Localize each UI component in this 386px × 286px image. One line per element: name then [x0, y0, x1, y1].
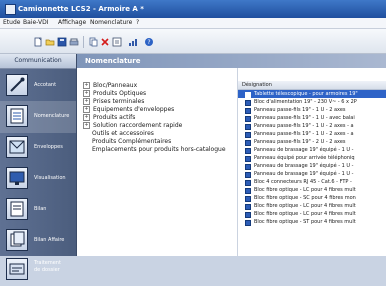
menu-bar: Etude Baie-VDI Affichage Nomenclature ?: [0, 18, 386, 29]
save-icon[interactable]: [57, 37, 67, 47]
panel-title: Nomenclature: [85, 57, 141, 65]
product-icon: [245, 220, 251, 226]
tree-node[interactable]: + Bloc/Panneaux: [83, 82, 137, 89]
new-icon[interactable]: [33, 37, 43, 47]
nav-bilan-affaire-label: Bilan Affaire: [34, 237, 65, 243]
print-icon[interactable]: [69, 37, 79, 47]
title-bar: Camionnette LCS2 - Armoire A *: [0, 0, 386, 18]
nav-bilan-label: Bilan: [34, 206, 47, 212]
menu-help[interactable]: ?: [136, 19, 139, 26]
tree-node[interactable]: Produits Complémentaires: [83, 138, 171, 145]
list-item[interactable]: Bloc 4 connecteurs RJ 45 - Cat.6 - FTP -: [238, 178, 386, 186]
nav-bilan[interactable]: Bilan: [0, 194, 76, 226]
chart-icon[interactable]: [128, 37, 138, 47]
list-item[interactable]: Bloc fibre optique - LC pour 4 fibres mu…: [238, 202, 386, 210]
nav-traitement-label2: de dossier: [34, 267, 60, 273]
tree-node[interactable]: Emplacements pour produits hors-catalogu…: [83, 146, 226, 153]
tree-node[interactable]: + Prises terminales: [83, 98, 144, 105]
menu-affichage[interactable]: Affichage: [58, 19, 86, 26]
list-item[interactable]: Panneau passe-fils 19" - 2 U - 2 axes: [238, 138, 386, 146]
open-icon[interactable]: [45, 37, 55, 47]
nav-accotant-label: Accotant: [34, 82, 57, 88]
list-item[interactable]: Panneau passe-fils 19" - 1 U - 2 axes - …: [238, 130, 386, 138]
window-title: Camionnette LCS2 - Armoire A *: [18, 5, 144, 13]
bilan-affaire-icon: [6, 229, 28, 251]
tree-node[interactable]: + Produits Optiques: [83, 90, 146, 97]
nav-nomenclature-label: Nomenclature: [34, 113, 70, 119]
toolbar: ?: [0, 29, 386, 54]
list-item[interactable]: Bloc d'alimentation 19" - 230 V~ - 6 x 2…: [238, 98, 386, 106]
tree-node[interactable]: + Produits actifs: [83, 114, 135, 121]
main-panel: Nomenclature + Bloc/Panneaux + Produits Op…: [77, 54, 386, 256]
traitement-icon: [6, 258, 28, 280]
expand-icon[interactable]: +: [83, 114, 90, 121]
tree-node[interactable]: + Solution raccordement rapide: [83, 122, 182, 129]
communication-tab[interactable]: Communication: [0, 54, 76, 69]
copy-icon[interactable]: [88, 37, 98, 47]
nav-traitement[interactable]: Traitement de dossier: [0, 254, 76, 286]
list-item[interactable]: Panneau équipé pour arrivée téléphoniq: [238, 154, 386, 162]
list-item[interactable]: Bloc fibre optique - LC pour 4 fibres mu…: [238, 210, 386, 218]
tree-node[interactable]: Outils et accessoires: [83, 130, 154, 137]
column-header-designation[interactable]: Désignation: [238, 81, 386, 90]
product-list: Désignation Tablette télescopique - pour…: [238, 68, 386, 256]
accotant-icon: [6, 74, 28, 96]
nav-bilan-affaire[interactable]: Bilan Affaire: [0, 225, 76, 257]
nav-visualisation[interactable]: Visualisation: [0, 163, 76, 195]
list-item[interactable]: Panneau passe-fils 19" - 1 U - 2 axes: [238, 106, 386, 114]
list-item[interactable]: Bloc fibre optique - SC pour 4 fibres mo…: [238, 194, 386, 202]
list-item[interactable]: Panneau passe-fils 19" - 1 U - avec bala…: [238, 114, 386, 122]
nav-accotant[interactable]: Accotant: [0, 70, 76, 102]
expand-icon[interactable]: +: [83, 98, 90, 105]
nav-nomenclature[interactable]: Nomenclature: [0, 101, 76, 133]
nav-enveloppes[interactable]: Enveloppes: [0, 132, 76, 164]
list-item[interactable]: Bloc fibre optique - LC pour 4 fibres mu…: [238, 186, 386, 194]
panel-header: Nomenclature: [77, 54, 386, 68]
help-icon[interactable]: ?: [144, 37, 154, 47]
nomenclature-icon: [6, 105, 28, 127]
properties-icon[interactable]: [112, 37, 122, 47]
nav-traitement-label: Traitement: [34, 260, 61, 266]
visualisation-icon: [6, 167, 28, 189]
list-item[interactable]: Panneau passe-fils 19" - 1 U - 2 axes - …: [238, 122, 386, 130]
app-icon: [5, 4, 16, 15]
menu-nomenclature[interactable]: Nomenclature: [90, 19, 132, 26]
nav-enveloppes-label: Enveloppes: [34, 144, 63, 150]
list-item[interactable]: Panneau de brassage 19" équipé - 1 U -: [238, 162, 386, 170]
toolbar-separator: [83, 36, 84, 48]
expand-icon[interactable]: +: [83, 82, 90, 89]
tree-node[interactable]: + Equipements d'enveloppes: [83, 106, 174, 113]
svg-text:?: ?: [147, 39, 150, 46]
expand-icon[interactable]: +: [83, 106, 90, 113]
bilan-icon: [6, 198, 28, 220]
list-item[interactable]: Tablette télescopique - pour armoires 19…: [238, 90, 386, 98]
list-item[interactable]: Panneau de brassage 19" équipé - 1 U -: [238, 146, 386, 154]
menu-baie-vdi[interactable]: Baie-VDI: [23, 19, 48, 26]
expand-icon[interactable]: +: [83, 90, 90, 97]
enveloppes-icon: [6, 136, 28, 158]
nav-visualisation-label: Visualisation: [34, 175, 66, 181]
list-item[interactable]: Bloc fibre optique - ST pour 4 fibres mu…: [238, 218, 386, 226]
list-item[interactable]: Panneau de brassage 19" équipé - 1 U -: [238, 170, 386, 178]
expand-icon[interactable]: +: [83, 122, 90, 129]
menu-etude[interactable]: Etude: [3, 19, 20, 26]
delete-icon[interactable]: [100, 37, 110, 47]
left-navigation: Communication Accotant Nomenclature Enve…: [0, 54, 77, 280]
category-tree: + Bloc/Panneaux + Produits Optiques + Prise…: [77, 82, 237, 252]
